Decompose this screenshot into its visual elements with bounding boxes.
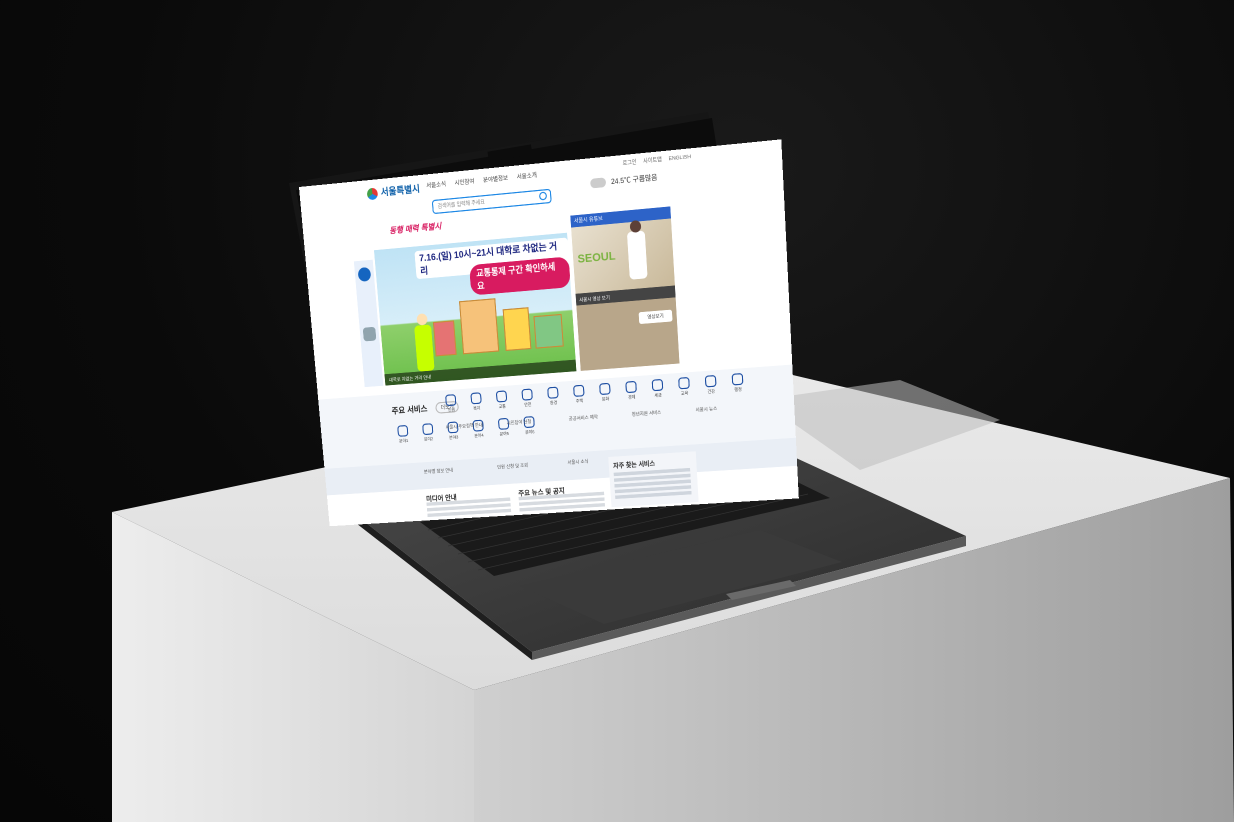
- search-input[interactable]: 검색어를 입력해 주세요: [431, 188, 552, 215]
- english-link[interactable]: ENGLISH: [668, 153, 691, 162]
- service-icon: [599, 382, 611, 396]
- search-icon[interactable]: [538, 191, 548, 201]
- service-item[interactable]: 주택: [569, 384, 590, 405]
- tab-icon: [362, 326, 377, 342]
- service-item[interactable]: 복지: [466, 392, 487, 413]
- strip-item[interactable]: 민원 신청 및 조회: [497, 460, 561, 470]
- login-link[interactable]: 로그인: [622, 159, 636, 168]
- frequent-services-panel: 자주 찾는 서비스: [608, 451, 699, 508]
- util-link[interactable]: 서울소개: [516, 171, 538, 181]
- service-item[interactable]: 문화: [595, 382, 616, 403]
- service-item[interactable]: 세금: [647, 378, 668, 400]
- service-item[interactable]: 건강: [700, 374, 721, 396]
- service-item[interactable]: 경제: [621, 380, 642, 401]
- service-item[interactable]: 행정: [727, 372, 748, 394]
- service-icon: [547, 386, 559, 399]
- service-icon: [521, 388, 533, 401]
- service-icon: [704, 374, 717, 388]
- service-icon: [470, 392, 482, 405]
- info-tile[interactable]: 서울시 주요정책 안내: [445, 421, 496, 458]
- scene-background: 서울특별시 서울소식 시민참여 분야별정보 서울소개 로그인 사이트맵 ENGL…: [0, 0, 1234, 822]
- info-tile[interactable]: 공공서비스 예약: [569, 412, 621, 450]
- main-banner[interactable]: 7.16.(일) 10시~21시 대학로 차없는 거리 교통통제 구간 확인하세…: [373, 232, 577, 386]
- speaker-figure: [626, 230, 648, 280]
- video-lower-area: [576, 297, 680, 371]
- info-tile[interactable]: 시민참여 신청: [507, 417, 559, 455]
- service-item[interactable]: 교육: [674, 376, 695, 398]
- weather-widget: 24.5℃ 구름많음: [590, 171, 658, 189]
- weather-temp: 24.5℃: [610, 177, 632, 187]
- util-link[interactable]: 시민참여: [454, 177, 474, 187]
- police-figure: [414, 324, 435, 372]
- video-panel[interactable]: 서울시 유튜브 SEOUL 서울시 영상 보기 영상보기: [570, 206, 680, 371]
- frequent-services-title: 자주 찾는 서비스: [613, 460, 656, 471]
- building-illustration: [502, 307, 532, 352]
- service-icon: [678, 376, 690, 390]
- building-illustration: [533, 313, 564, 349]
- util-link[interactable]: 서울소식: [426, 180, 446, 190]
- service-item[interactable]: 안전: [517, 388, 538, 409]
- cloud-icon: [590, 177, 607, 189]
- building-illustration: [432, 320, 457, 357]
- top-right-links: 로그인 사이트맵 ENGLISH: [622, 153, 691, 167]
- services-title: 주요 서비스: [391, 405, 428, 416]
- service-item[interactable]: 민원: [441, 394, 461, 415]
- service-item[interactable]: 교통: [492, 390, 513, 411]
- service-icon: [731, 372, 744, 386]
- info-tile[interactable]: 서울시 뉴스: [695, 403, 748, 441]
- frequent-services-list[interactable]: [613, 467, 692, 501]
- weather-status: 구름많음: [632, 174, 658, 185]
- logo-mark-icon: [366, 187, 379, 201]
- website-screen: 서울특별시 서울소식 시민참여 분야별정보 서울소개 로그인 사이트맵 ENGL…: [299, 139, 799, 527]
- service-icon: [625, 380, 637, 394]
- site-logo[interactable]: 서울특별시: [366, 182, 421, 201]
- strip-item[interactable]: 분야별 정보 안내: [424, 465, 487, 475]
- info-tile[interactable]: 청년지원 서비스: [632, 408, 685, 446]
- sitemap-link[interactable]: 사이트맵: [643, 156, 662, 165]
- service-icon: [445, 394, 457, 407]
- building-illustration: [458, 298, 500, 355]
- service-icon: [573, 384, 585, 397]
- search-placeholder: 검색어를 입력해 주세요: [437, 198, 485, 209]
- util-link[interactable]: 분야별정보: [483, 174, 508, 185]
- service-item[interactable]: 환경: [543, 386, 564, 407]
- service-icon: [651, 378, 664, 392]
- service-icon: [495, 390, 508, 403]
- util-nav: 서울소식 시민참여 분야별정보 서울소개: [426, 171, 537, 190]
- badge-icon: [357, 266, 372, 282]
